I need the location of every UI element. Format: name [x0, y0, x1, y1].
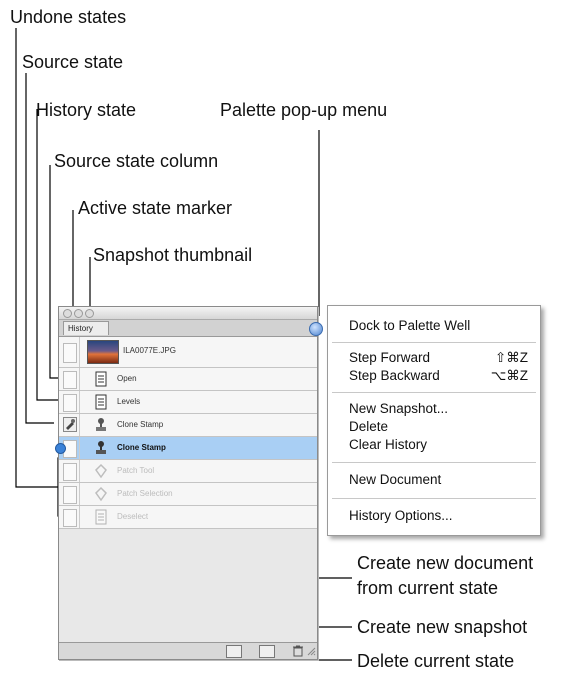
callout-history-state: History state	[36, 100, 137, 120]
history-state-row[interactable]: Levels	[59, 391, 317, 414]
menu-item-new-document[interactable]: New Document	[349, 472, 441, 488]
resize-grip-icon[interactable]	[307, 647, 316, 656]
history-state-label: Open	[117, 374, 137, 383]
history-state-row-undone[interactable]: Patch Selection	[59, 483, 317, 506]
clone-stamp-icon	[96, 418, 106, 431]
history-state-label: Patch Selection	[117, 489, 173, 498]
history-state-label: Levels	[117, 397, 141, 406]
menu-item-history-options[interactable]: History Options...	[349, 508, 453, 524]
palette-titlebar[interactable]	[59, 307, 317, 320]
palette-bottom-bar	[59, 642, 317, 659]
history-state-label: Clone Stamp	[117, 443, 166, 452]
menu-separator	[332, 498, 536, 499]
snapshot-thumbnail	[87, 340, 119, 364]
column-divider	[79, 368, 80, 390]
callout-source-state: Source state	[22, 52, 124, 72]
column-divider	[79, 483, 80, 505]
menu-item-delete[interactable]: Delete	[349, 419, 388, 435]
active-state-marker[interactable]	[55, 443, 66, 454]
menu-item-dock-to-palette-well[interactable]: Dock to Palette Well	[349, 318, 470, 334]
source-state-box[interactable]	[63, 371, 77, 389]
source-state-box[interactable]	[63, 394, 77, 412]
close-window-icon[interactable]	[63, 309, 72, 318]
column-divider	[79, 437, 80, 459]
callout-delete-current-state: Delete current state	[357, 651, 515, 671]
column-divider	[79, 337, 80, 367]
callout-undone-states: Undone states	[10, 7, 127, 27]
source-state-box[interactable]	[63, 486, 77, 504]
callout-palette-popup-menu: Palette pop-up menu	[220, 100, 388, 120]
history-state-row-undone[interactable]: Patch Tool	[59, 460, 317, 483]
menu-separator	[332, 462, 536, 463]
zoom-window-icon[interactable]	[85, 309, 94, 318]
palette-popup-menu: Dock to Palette Well Step Forward ⇧⌘Z St…	[327, 305, 541, 536]
source-state-box[interactable]	[63, 509, 77, 527]
menu-item-step-backward[interactable]: Step Backward	[349, 368, 440, 384]
patch-icon	[95, 463, 107, 479]
callout-create-new-document-line1: Create new document	[357, 553, 534, 573]
new-snapshot-button[interactable]	[259, 645, 275, 658]
trash-icon[interactable]	[292, 645, 304, 657]
menu-separator	[332, 392, 536, 393]
document-icon	[95, 509, 107, 525]
palette-tab-bar: History	[59, 320, 317, 337]
history-state-label: Patch Tool	[117, 466, 155, 475]
callout-snapshot-thumbnail: Snapshot thumbnail	[93, 245, 253, 265]
callout-active-state-marker: Active state marker	[78, 198, 233, 218]
shortcut-step-forward: ⇧⌘Z	[494, 350, 528, 365]
column-divider	[79, 391, 80, 413]
history-state-row-undone[interactable]: Deselect	[59, 506, 317, 529]
palette-popup-menu-button[interactable]	[309, 322, 323, 336]
minimize-window-icon[interactable]	[74, 309, 83, 318]
callout-create-new-snapshot: Create new snapshot	[357, 617, 528, 637]
new-document-from-state-button[interactable]	[226, 645, 242, 658]
document-icon	[95, 371, 107, 387]
clone-stamp-icon	[96, 441, 106, 454]
history-state-label: Clone Stamp	[117, 420, 164, 429]
history-state-row-active[interactable]: Clone Stamp	[55, 437, 317, 460]
column-divider	[79, 414, 80, 436]
history-state-label: Deselect	[117, 512, 149, 521]
snapshot-label: ILA0077E.JPG	[123, 346, 176, 355]
history-state-row[interactable]: Open	[59, 368, 317, 391]
menu-item-clear-history[interactable]: Clear History	[349, 437, 427, 453]
document-icon	[95, 394, 107, 410]
menu-item-new-snapshot[interactable]: New Snapshot...	[349, 401, 448, 417]
history-state-row-source[interactable]: Clone Stamp	[59, 414, 317, 437]
patch-icon	[95, 486, 107, 502]
history-list: ILA0077E.JPG Open Levels Clone Stamp Clo…	[55, 337, 317, 529]
callout-source-state-column: Source state column	[54, 151, 219, 171]
callout-create-new-document-line2: from current state	[357, 578, 499, 598]
column-divider	[79, 460, 80, 482]
column-divider	[79, 506, 80, 528]
snapshot-row[interactable]: ILA0077E.JPG	[59, 337, 317, 368]
menu-item-step-forward[interactable]: Step Forward	[349, 350, 430, 366]
source-state-box[interactable]	[63, 463, 77, 481]
shortcut-step-backward: ⌥⌘Z	[490, 368, 528, 383]
source-state-box[interactable]	[63, 343, 77, 363]
tab-history[interactable]: History	[63, 321, 109, 335]
history-palette: History ILA0077E.JPG Open Levels Clone S…	[55, 306, 323, 660]
menu-separator	[332, 342, 536, 343]
history-brush-source-icon[interactable]	[63, 417, 77, 432]
